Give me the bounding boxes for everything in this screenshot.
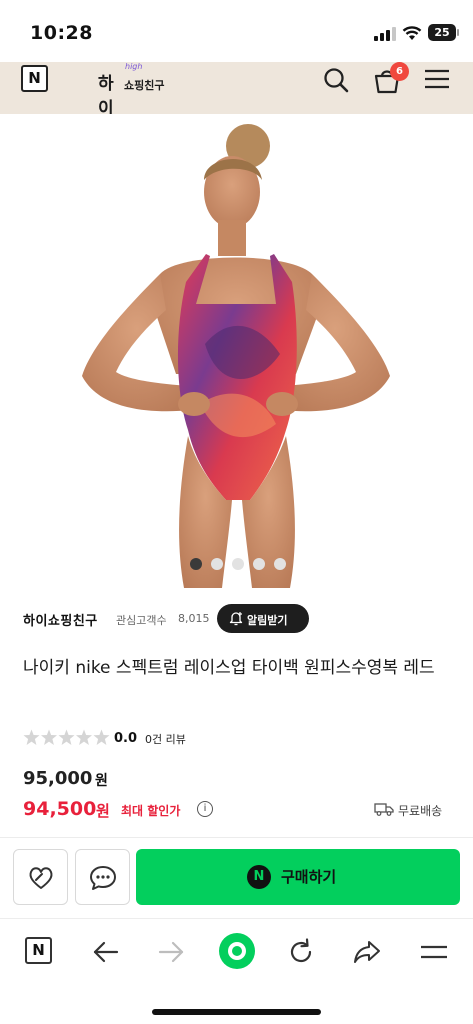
- max-discount-label: 최대 할인가: [121, 804, 181, 818]
- product-title: 나이키 nike 스펙트럼 레이스업 타이백 원피스수영복 레드: [23, 658, 435, 678]
- product-image[interactable]: [0, 114, 473, 588]
- carousel-dot[interactable]: [253, 558, 265, 570]
- carousel-dots: [190, 557, 290, 571]
- shop-logo-high: high: [125, 62, 143, 71]
- chat-bubble-icon: [90, 866, 116, 890]
- talk-talk-button[interactable]: [75, 849, 130, 905]
- alert-subscribe-button[interactable]: 알림받기: [217, 604, 309, 633]
- cart-count-badge: 6: [390, 62, 409, 81]
- shop-header: N 하이 high 쇼핑친구 6: [0, 62, 473, 119]
- hamburger-menu-icon[interactable]: [424, 68, 450, 90]
- store-name[interactable]: 하이쇼핑친구: [23, 610, 98, 629]
- green-dot-icon[interactable]: [217, 931, 257, 971]
- carousel-dot[interactable]: [232, 558, 244, 570]
- sale-price-unit: 원: [96, 802, 110, 820]
- original-price-unit: 원: [95, 773, 108, 789]
- divider: [0, 837, 473, 838]
- rating-stars: [23, 729, 110, 745]
- shop-logo-main: 하이: [98, 74, 114, 119]
- search-icon[interactable]: [323, 67, 349, 93]
- home-indicator: [152, 1009, 321, 1015]
- refresh-icon[interactable]: [286, 937, 316, 967]
- bell-plus-icon: [229, 612, 243, 626]
- share-icon[interactable]: [352, 937, 382, 967]
- battery-level: 25: [428, 24, 456, 41]
- carousel-dot[interactable]: [274, 558, 286, 570]
- menu-icon[interactable]: [419, 937, 449, 967]
- wish-button[interactable]: [13, 849, 68, 905]
- swimsuit-model-illustration: [82, 124, 390, 588]
- carousel-dot[interactable]: [211, 558, 223, 570]
- status-time: 10:28: [30, 22, 93, 44]
- review-count-link[interactable]: 0건 리뷰: [145, 731, 186, 747]
- heart-icon: [29, 867, 53, 889]
- naver-logo[interactable]: N: [21, 65, 48, 92]
- signal-icon: [374, 27, 396, 41]
- truck-icon: [374, 803, 394, 816]
- browser-toolbar: N: [0, 918, 473, 1024]
- forward-icon[interactable]: [156, 937, 186, 967]
- buy-button-label: 구매하기: [281, 868, 337, 886]
- wifi-icon: [402, 26, 422, 40]
- original-price: 95,000: [23, 768, 93, 789]
- back-icon[interactable]: [91, 937, 121, 967]
- battery-icon: 25: [428, 24, 460, 41]
- naver-pay-icon: N: [247, 865, 271, 889]
- carousel-dot[interactable]: [190, 558, 202, 570]
- buy-button[interactable]: N 구매하기: [136, 849, 460, 905]
- shop-logo-sub: 쇼핑친구: [124, 79, 165, 92]
- sale-price: 94,500: [23, 798, 97, 820]
- follower-count: 8,015: [178, 612, 210, 625]
- alert-button-label: 알림받기: [247, 614, 288, 627]
- info-icon[interactable]: i: [197, 801, 213, 817]
- status-bar: 10:28 25: [0, 0, 473, 62]
- rating-score: 0.0: [114, 731, 138, 746]
- naver-home-button[interactable]: N: [25, 937, 52, 964]
- free-shipping-label: 무료배송: [398, 804, 443, 818]
- follower-label: 관심고객수: [116, 614, 167, 627]
